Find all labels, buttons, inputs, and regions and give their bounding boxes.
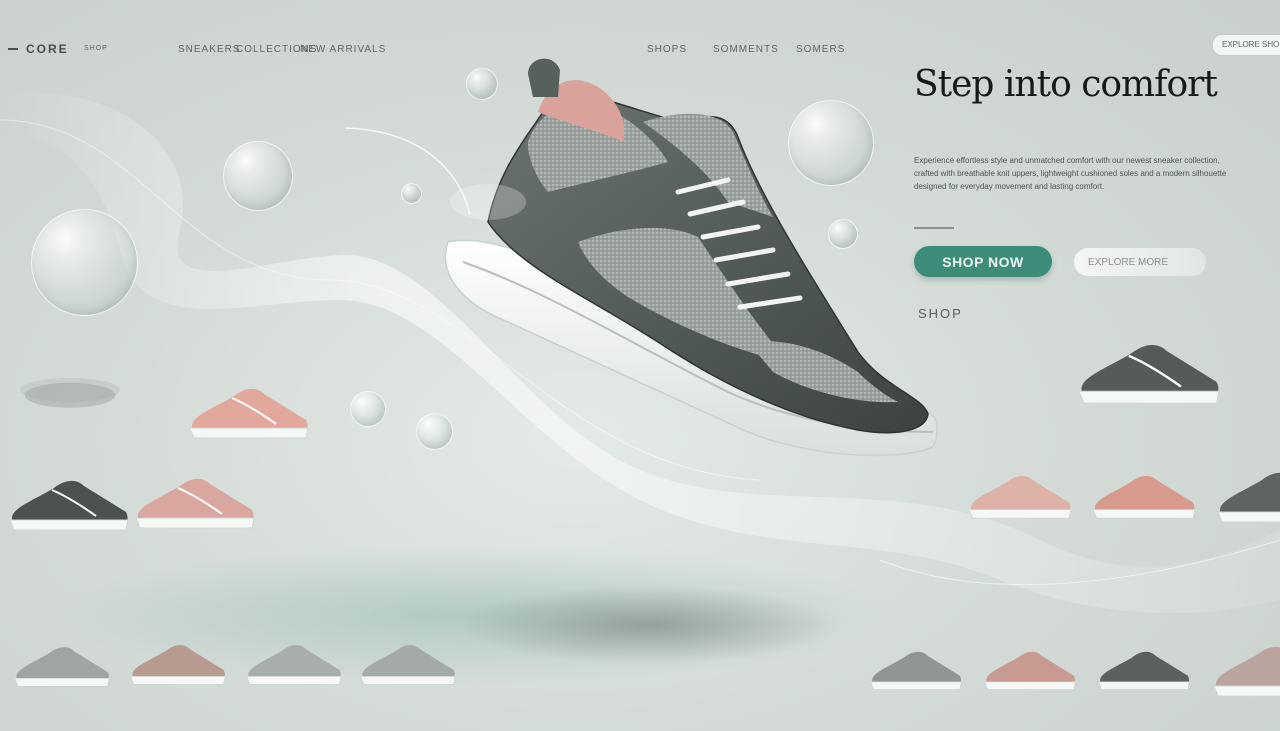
explore-more-button[interactable]: EXPLORE MORE <box>1074 248 1206 276</box>
nav-link-new-arrivals[interactable]: NEW ARRIVALS <box>300 44 386 55</box>
brand-logo[interactable]: CORE <box>8 42 69 56</box>
product-thumbnail-coral[interactable] <box>980 636 1080 700</box>
nav-link-shop[interactable]: SHOP <box>84 45 108 52</box>
sneaker-icon <box>1078 345 1220 404</box>
product-thumbnail-black[interactable] <box>1094 636 1194 700</box>
sneaker-icon <box>246 645 342 685</box>
sneaker-icon <box>1092 475 1196 519</box>
product-thumbnail-grey[interactable] <box>14 364 126 414</box>
sneaker-icon <box>870 651 962 690</box>
bubble <box>401 183 422 204</box>
product-thumbnail-grey[interactable] <box>356 630 460 694</box>
product-thumbnail-grey[interactable] <box>866 636 966 700</box>
sneaker-icon <box>24 382 116 408</box>
product-thumbnail-black[interactable] <box>1212 462 1280 526</box>
bubble <box>223 141 293 211</box>
sneaker-icon <box>968 475 1072 519</box>
product-thumbnail-grey[interactable] <box>242 630 346 694</box>
hero-sneaker-image <box>444 58 938 457</box>
brand-name: CORE <box>26 42 69 56</box>
product-thumbnail-pink[interactable] <box>130 468 260 532</box>
sneaker-icon <box>1217 473 1280 523</box>
hero-title: Step into comfort <box>914 64 1218 105</box>
product-thumbnail-tan[interactable] <box>126 630 230 694</box>
sneaker-icon <box>14 647 110 687</box>
product-thumbnail-black[interactable] <box>1072 330 1226 410</box>
product-thumbnail-peach[interactable] <box>184 378 314 442</box>
sneaker-icon <box>984 651 1076 690</box>
product-thumbnail-peach[interactable] <box>1208 636 1280 700</box>
product-thumbnail-grey[interactable] <box>10 632 114 696</box>
sneaker-icon <box>189 388 309 439</box>
bubble <box>350 391 386 427</box>
nav-link-sneakers[interactable]: SNEAKERS <box>178 44 240 55</box>
sneaker-icon <box>360 645 456 685</box>
sneaker-icon <box>9 480 129 531</box>
sneaker-icon <box>135 478 255 529</box>
hero-description: Experience effortless style and unmatche… <box>914 156 1227 191</box>
product-thumbnail-black[interactable] <box>4 470 134 534</box>
logo-mark-icon <box>8 48 18 50</box>
sneaker-icon <box>1213 647 1280 697</box>
product-thumbnail-coral[interactable] <box>1088 462 1200 526</box>
sneaker-icon <box>1098 651 1190 690</box>
bubble-large <box>31 209 138 316</box>
sneaker-icon <box>130 645 226 685</box>
product-thumbnail-peach[interactable] <box>964 462 1076 526</box>
explore-shop-button[interactable]: EXPLORE SHOP <box>1212 34 1280 56</box>
